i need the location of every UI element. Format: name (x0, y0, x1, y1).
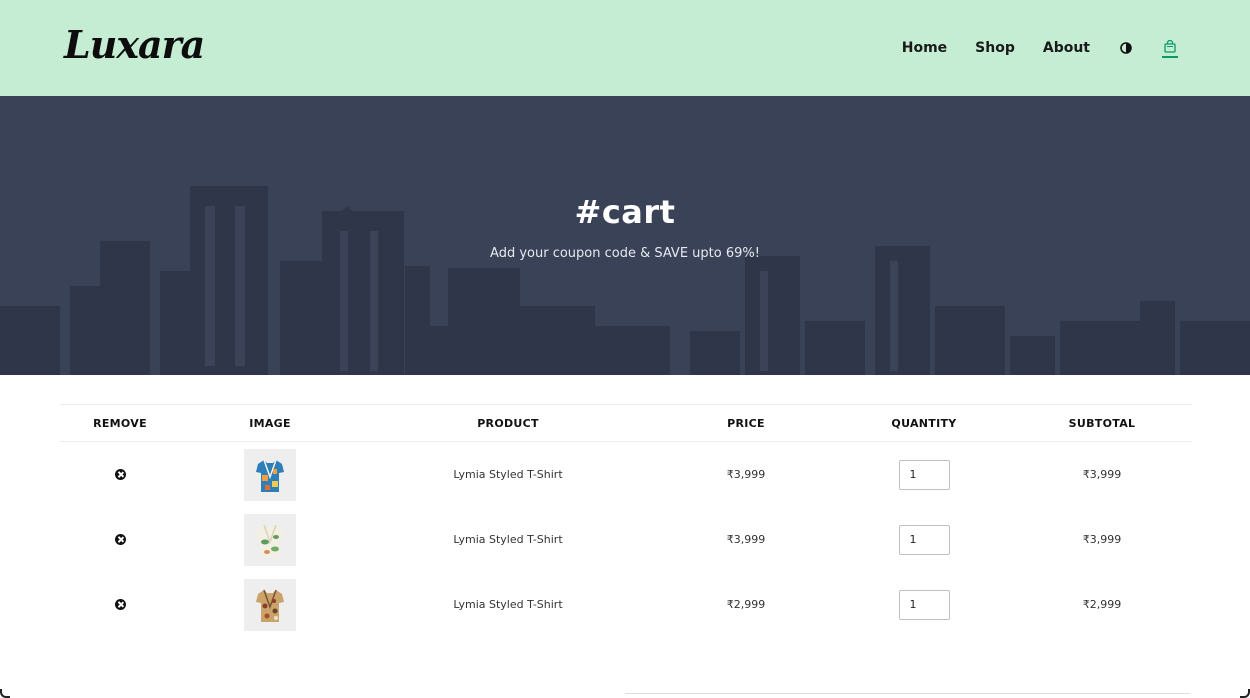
nav-about-link[interactable]: About (1043, 40, 1090, 56)
contrast-icon[interactable] (1118, 38, 1134, 58)
printed-shirt-icon (256, 589, 284, 622)
printed-shirt-icon (256, 459, 284, 492)
cart-table-header: REMOVE IMAGE PRODUCT PRICE QUANTITY SUBT… (60, 404, 1192, 442)
hero-subtitle: Add your coupon code & SAVE upto 69%! (490, 246, 760, 261)
product-name[interactable]: Lymia Styled T-Shirt (360, 598, 656, 611)
col-remove: REMOVE (93, 416, 147, 430)
product-thumbnail[interactable] (244, 448, 296, 501)
cart-row: Lymia Styled T-Shirt ₹2,999 ₹2,999 (60, 572, 1192, 637)
cart-row: Lymia Styled T-Shirt ₹3,999 ₹3,999 (60, 507, 1192, 572)
row-subtotal: ₹3,999 (1082, 468, 1122, 481)
col-price: PRICE (727, 416, 765, 430)
shopping-bag-icon[interactable] (1162, 38, 1178, 58)
product-name[interactable]: Lymia Styled T-Shirt (360, 533, 656, 546)
cart-table: REMOVE IMAGE PRODUCT PRICE QUANTITY SUBT… (60, 404, 1192, 637)
quantity-input[interactable] (898, 524, 950, 555)
hero-title: #cart (574, 193, 676, 231)
window-corner-right (1240, 689, 1250, 698)
product-name[interactable]: Lymia Styled T-Shirt (360, 468, 656, 481)
remove-item-button[interactable] (114, 469, 126, 480)
site-header: Luxara Home Shop About (0, 0, 1250, 96)
quantity-input[interactable] (898, 459, 950, 490)
row-subtotal: ₹3,999 (1082, 533, 1122, 546)
product-thumbnail[interactable] (244, 578, 296, 631)
remove-item-button[interactable] (114, 534, 126, 545)
col-product: PRODUCT (477, 416, 539, 430)
section-divider (625, 693, 1190, 694)
window-corner-left (0, 689, 10, 698)
brand-logo[interactable]: Luxara (64, 22, 205, 67)
product-price: ₹3,999 (726, 533, 766, 546)
city-skyline-background (0, 96, 1250, 375)
printed-shirt-icon (256, 524, 284, 557)
row-subtotal: ₹2,999 (1082, 598, 1122, 611)
nav-shop-link[interactable]: Shop (975, 40, 1015, 56)
col-quantity: QUANTITY (891, 416, 957, 430)
quantity-input[interactable] (898, 589, 950, 620)
product-price: ₹2,999 (726, 598, 766, 611)
col-image: IMAGE (249, 416, 291, 430)
cart-hero-banner: #cart Add your coupon code & SAVE upto 6… (0, 96, 1250, 375)
cart-row: Lymia Styled T-Shirt ₹3,999 ₹3,999 (60, 442, 1192, 507)
main-nav: Home Shop About (902, 38, 1178, 58)
nav-home-link[interactable]: Home (902, 40, 947, 56)
remove-item-button[interactable] (114, 599, 126, 610)
product-price: ₹3,999 (726, 468, 766, 481)
product-thumbnail[interactable] (244, 513, 296, 566)
col-subtotal: SUBTOTAL (1068, 416, 1136, 430)
